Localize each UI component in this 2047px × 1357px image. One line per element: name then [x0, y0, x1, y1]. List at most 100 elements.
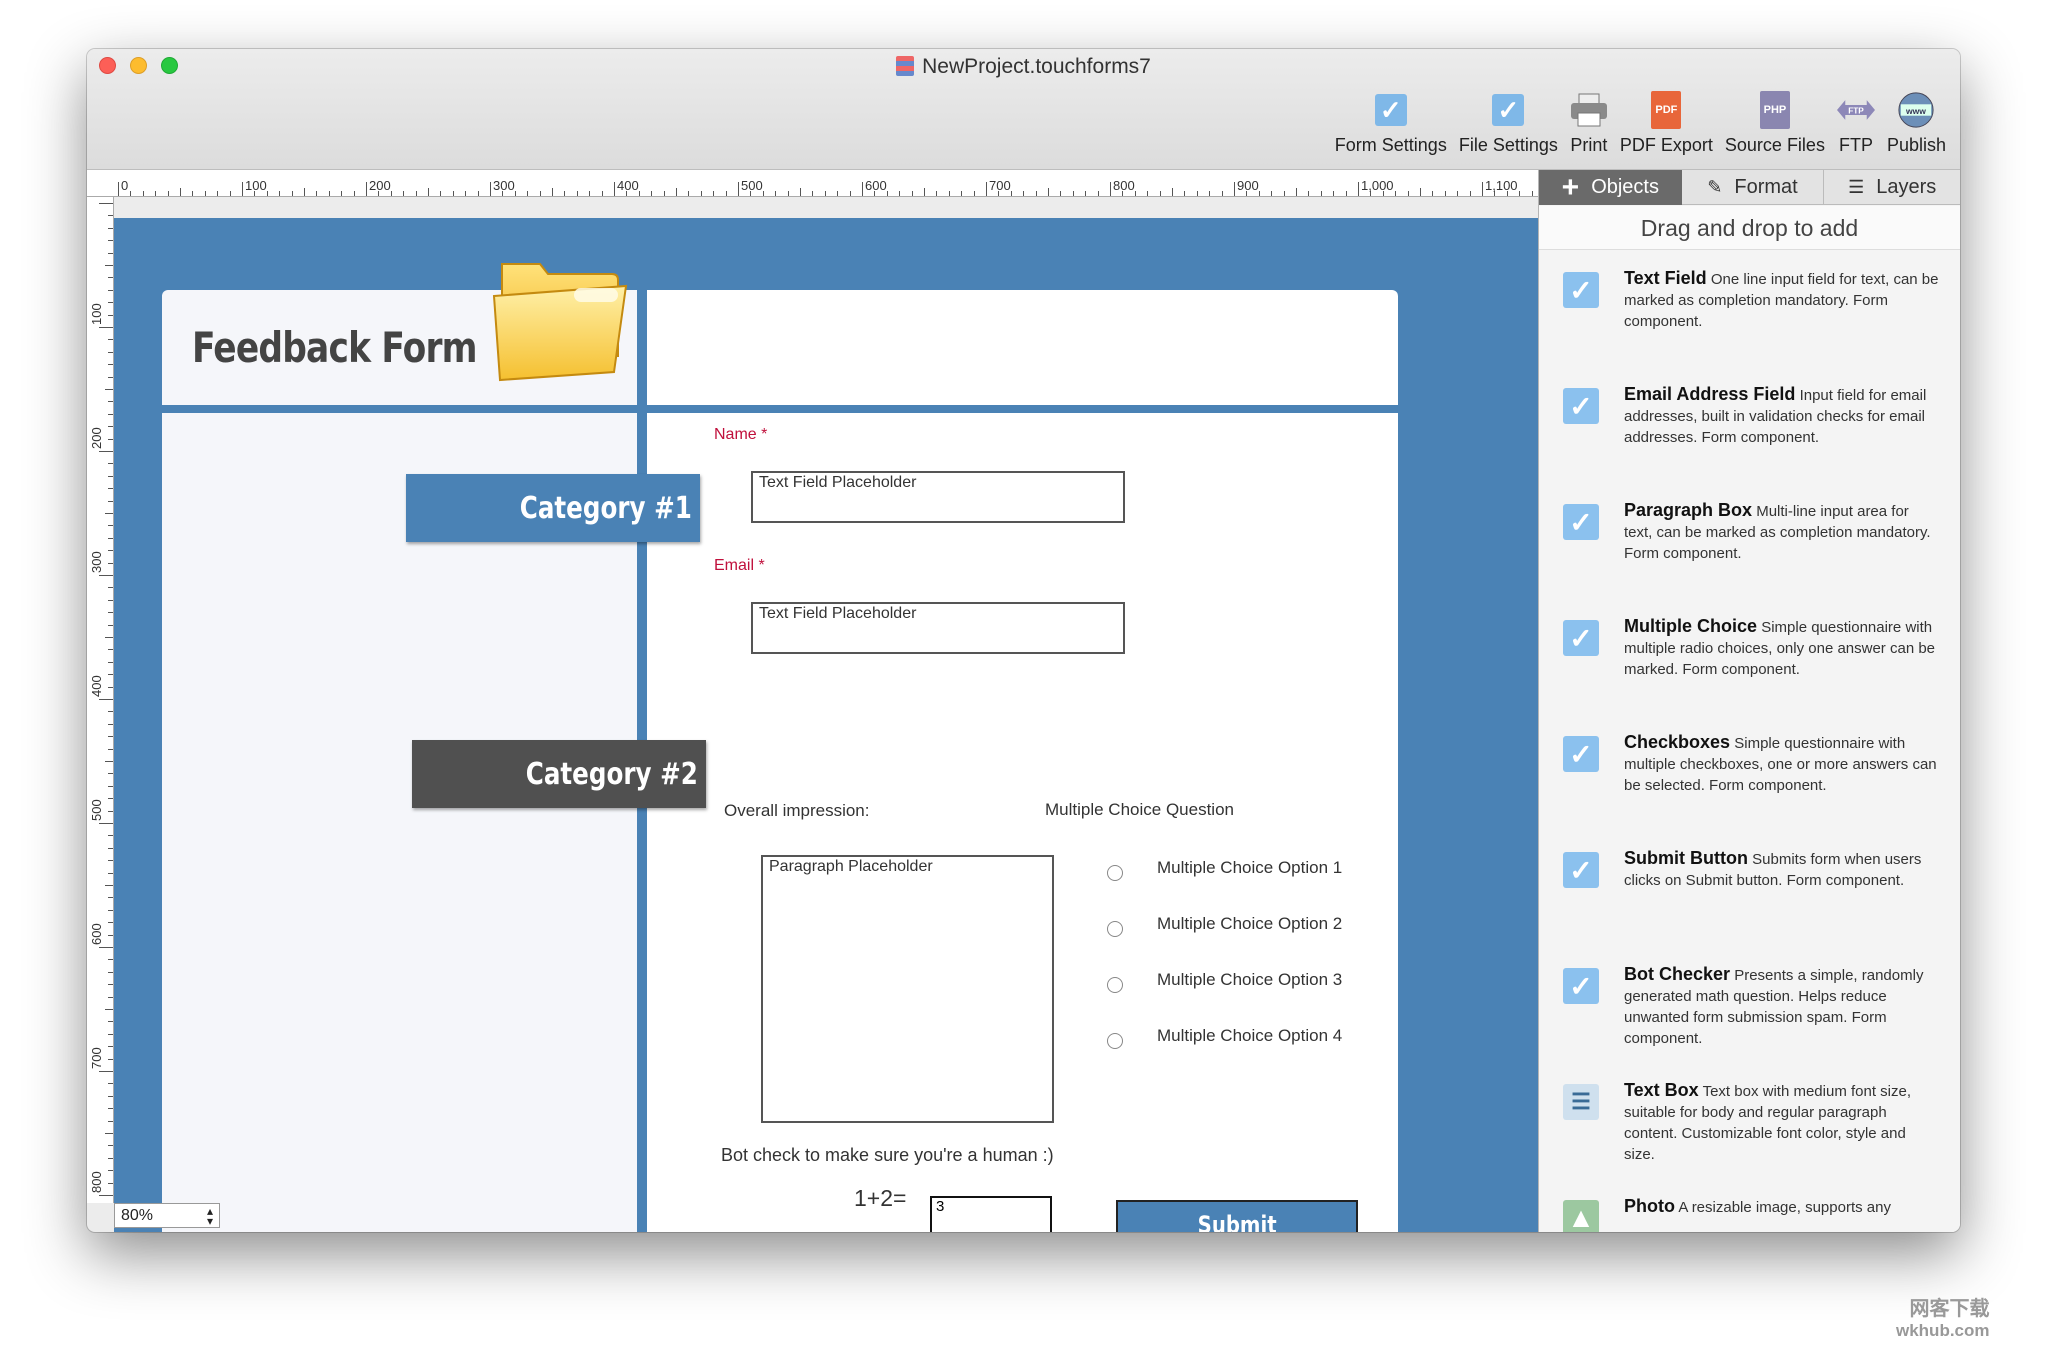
ruler-tick [108, 922, 113, 924]
form-settings-button[interactable]: ✓ Form Settings [1329, 91, 1453, 156]
tab-layers[interactable]: ☰ Layers [1824, 170, 1960, 205]
checkbox-icon: ✓ [1563, 736, 1599, 772]
object-description: A resizable image, supports any [1678, 1199, 1891, 1216]
ruler-tick [1407, 191, 1409, 196]
zoom-selector[interactable]: 80% ▴ ▾ [114, 1203, 220, 1228]
ruler-tick [824, 191, 826, 196]
ruler-tick [105, 265, 113, 266]
checkbox-icon: ✓ [1563, 272, 1599, 308]
ruler-tick [108, 599, 113, 601]
mc-radio-2[interactable] [1107, 921, 1123, 937]
object-bot-checker[interactable]: ✓ Bot Checker Presents a simple, randoml… [1539, 964, 1960, 1074]
ftp-button[interactable]: FTP FTP [1831, 91, 1881, 156]
tab-format[interactable]: ✎ Format [1682, 170, 1825, 205]
ruler-label: 100 [245, 178, 267, 193]
ruler-tick [1159, 191, 1161, 196]
ruler-tick [108, 723, 113, 725]
ruler-tick [108, 649, 113, 651]
ruler-tick [700, 191, 702, 196]
ruler-tick [108, 798, 113, 800]
ruler-tick [108, 860, 113, 862]
ruler-tick [663, 191, 665, 196]
object-paragraph-box[interactable]: ✓ Paragraph Box Multi-line input area fo… [1539, 500, 1960, 610]
checkbox-icon: ✓ [1492, 94, 1525, 126]
ruler-tick [118, 182, 119, 196]
ruler-label: 200 [369, 178, 391, 193]
ruler-tick [108, 835, 113, 837]
bot-answer-field[interactable]: 3 [930, 1196, 1052, 1232]
window-title-text: NewProject.touchforms7 [922, 55, 1151, 78]
ruler-tick [1258, 191, 1260, 196]
object-email-field[interactable]: ✓ Email Address Field Input field for em… [1539, 384, 1960, 494]
ruler-tick [204, 191, 206, 196]
ruler-tick [452, 191, 454, 196]
object-text-field[interactable]: ✓ Text Field One line input field for te… [1539, 268, 1960, 378]
ruler-tick [1110, 182, 1111, 196]
ruler-tick [217, 191, 219, 196]
ruler-label: 900 [1237, 178, 1259, 193]
pdf-export-button[interactable]: PDF PDF Export [1614, 91, 1719, 156]
mc-radio-3[interactable] [1107, 977, 1123, 993]
file-settings-button[interactable]: ✓ File Settings [1453, 91, 1564, 156]
svg-text:www: www [1905, 106, 1926, 116]
form-canvas[interactable]: Feedback Form Category #1 Category #2 Na… [114, 218, 1538, 1232]
ruler-tick [316, 191, 318, 196]
ruler-label: 400 [89, 675, 104, 697]
ruler-label: 700 [989, 178, 1011, 193]
mc-radio-4[interactable] [1107, 1033, 1123, 1049]
ruler-tick [108, 785, 113, 787]
toolbar: ✓ Form Settings ✓ File Settings Print PD… [1329, 91, 1952, 156]
ruler-tick [99, 327, 113, 328]
name-field[interactable]: Text Field Placeholder [751, 471, 1125, 523]
app-window: NewProject.touchforms7 ✓ Form Settings ✓… [87, 49, 1960, 1232]
ruler-tick [477, 191, 479, 196]
ruler-label: 500 [89, 799, 104, 821]
ruler-tick [1358, 182, 1359, 196]
ruler-label: 100 [89, 303, 104, 325]
object-name: Checkboxes [1624, 732, 1731, 752]
email-field[interactable]: Text Field Placeholder [751, 602, 1125, 654]
tab-objects[interactable]: + Objects [1539, 170, 1682, 205]
object-text-box[interactable]: ☰ Text Box Text box with medium font siz… [1539, 1080, 1960, 1190]
ruler-tick [762, 191, 764, 196]
paragraph-box[interactable]: Paragraph Placeholder [761, 855, 1054, 1123]
source-files-button[interactable]: PHP Source Files [1719, 91, 1831, 156]
category-1-label: Category #1 [519, 490, 692, 526]
ruler-tick [1420, 188, 1421, 196]
ruler-tick [1457, 191, 1459, 196]
ruler-tick [787, 191, 789, 196]
panel-header: Drag and drop to add [1539, 206, 1960, 250]
object-name: Email Address Field [1624, 384, 1796, 404]
submit-button[interactable]: Submit [1116, 1200, 1358, 1232]
print-button[interactable]: Print [1564, 91, 1614, 156]
ruler-tick [638, 191, 640, 196]
ftp-icon: FTP [1836, 91, 1875, 129]
ruler-tick [1444, 191, 1446, 196]
category-1-banner[interactable]: Category #1 [406, 474, 700, 542]
object-multiple-choice[interactable]: ✓ Multiple Choice Simple questionnaire w… [1539, 616, 1960, 726]
ruler-tick [1184, 191, 1186, 196]
object-submit-button[interactable]: ✓ Submit Button Submits form when users … [1539, 848, 1960, 958]
ruler-tick [304, 188, 305, 196]
ruler-tick [108, 984, 113, 986]
ruler-tick [1320, 191, 1322, 196]
folder-icon[interactable] [492, 256, 630, 382]
publish-button[interactable]: www Publish [1881, 91, 1952, 156]
form-title[interactable]: Feedback Form [192, 323, 478, 372]
checkbox-icon: ✓ [1563, 388, 1599, 424]
category-2-banner[interactable]: Category #2 [412, 740, 706, 808]
object-photo[interactable]: ▲ Photo A resizable image, supports any [1539, 1196, 1960, 1232]
ruler-tick [552, 188, 553, 196]
mc-radio-1[interactable] [1107, 865, 1123, 881]
ruler-tick [849, 191, 851, 196]
ruler-tick [1134, 191, 1136, 196]
ruler-tick [564, 191, 566, 196]
checkbox-icon: ✓ [1563, 852, 1599, 888]
ruler-tick [936, 191, 938, 196]
ruler-tick [99, 1071, 113, 1072]
window-title: NewProject.touchforms7 [87, 55, 1960, 79]
object-checkboxes[interactable]: ✓ Checkboxes Simple questionnaire with m… [1539, 732, 1960, 842]
checkbox-icon: ✓ [1563, 968, 1599, 1004]
ruler-tick [108, 426, 113, 428]
ruler-tick [1196, 191, 1198, 196]
